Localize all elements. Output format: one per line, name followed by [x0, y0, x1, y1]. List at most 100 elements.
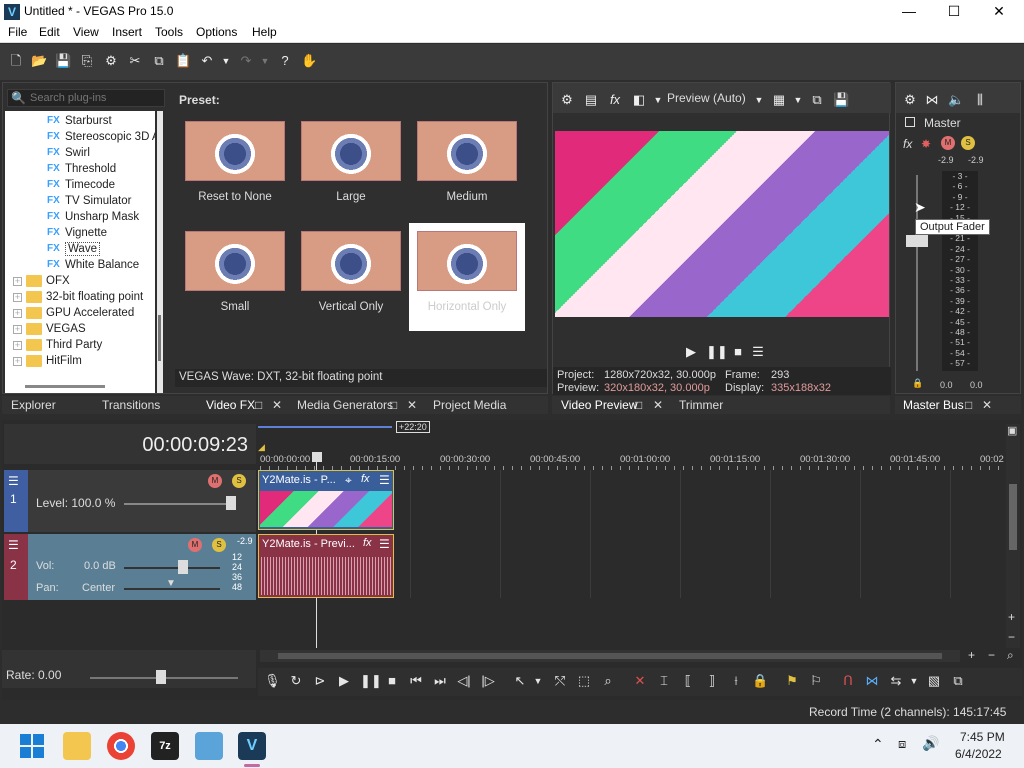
tree-item-stereoscopic[interactable]: FX Stereoscopic 3D A — [47, 131, 155, 147]
expand-icon[interactable]: + — [13, 340, 22, 350]
master-mute-icon[interactable]: M — [941, 136, 955, 150]
trim-end-icon[interactable]: ⟧ — [704, 673, 720, 689]
tab-transitions[interactable]: Transitions — [102, 398, 160, 412]
overlays-grid-icon[interactable]: ▦ — [771, 92, 787, 108]
trim-icon[interactable]: ⌶ — [656, 673, 672, 689]
online-help-icon[interactable]: ✋ — [301, 53, 317, 69]
master-fader-handle[interactable] — [906, 235, 928, 247]
timeline-options-icon[interactable]: ▣ — [1007, 424, 1017, 437]
menu-options[interactable]: Options — [196, 25, 237, 39]
tree-item-starburst[interactable]: FX Starburst — [47, 115, 112, 131]
zoom-edit-tool-icon[interactable]: ⌕ — [600, 673, 616, 689]
menu-file[interactable]: File — [8, 25, 27, 39]
network-icon[interactable]: ⧈ — [898, 736, 906, 752]
copy-icon[interactable]: ⧉ — [151, 53, 167, 69]
render-icon[interactable]: ⎘ — [79, 53, 95, 69]
tree-folder-vegas[interactable]: + VEGAS — [13, 323, 86, 339]
playhead-handle[interactable] — [312, 452, 322, 462]
control-panel-icon[interactable] — [195, 732, 223, 760]
tab-project-media[interactable]: Project Media — [433, 398, 506, 412]
close-button[interactable]: ✕ — [976, 0, 1022, 23]
undo-icon[interactable]: ↶ — [199, 53, 215, 69]
timeline-horizontal-scrollbar[interactable] — [260, 650, 960, 662]
tab-video-preview-float-icon[interactable]: □ — [635, 398, 642, 412]
tab-video-fx-close-icon[interactable]: ✕ — [272, 398, 282, 412]
timeline-vscroll-thumb[interactable] — [1009, 484, 1017, 550]
track1-level-slider[interactable] — [124, 503, 234, 505]
preset-horizontal-only[interactable]: Horizontal Only — [409, 223, 525, 331]
preset-reset-to-none[interactable]: Reset to None — [181, 119, 289, 219]
track2-vol-slider[interactable] — [124, 567, 220, 569]
clip-fx-icon[interactable]: fx — [361, 473, 370, 485]
new-icon[interactable]: 🗋 — [8, 53, 24, 69]
video-output-fx-icon[interactable]: fx — [607, 92, 623, 108]
tab-media-generators-close-icon[interactable]: ✕ — [407, 398, 417, 412]
delete-icon[interactable]: ✕ — [632, 673, 648, 689]
tree-folder-third-party[interactable]: + Third Party — [13, 339, 102, 355]
menu-insert[interactable]: Insert — [112, 25, 142, 39]
selection-edit-tool-icon[interactable]: ⬚ — [576, 673, 592, 689]
paste-icon[interactable]: 📋 — [175, 53, 191, 69]
preset-small[interactable]: Small — [181, 229, 289, 329]
audio-clip-menu-icon[interactable]: ☰ — [379, 537, 390, 551]
dim-output-icon[interactable]: 🔈 — [948, 92, 964, 108]
loop-region-bar[interactable] — [258, 426, 392, 428]
track1-level-handle[interactable] — [226, 496, 236, 510]
previous-frame-icon[interactable]: ◁| — [456, 673, 472, 689]
audio-clip-fx-icon[interactable]: fx — [363, 537, 372, 549]
go-to-start-icon[interactable]: ⏮ — [408, 673, 424, 689]
expand-icon[interactable]: + — [13, 292, 22, 302]
audio-track-header[interactable]: ☰ 2 M S -2.9 Vol: 0.0 dB Pan: Center ▼ 1… — [4, 534, 256, 600]
tree-item-wave[interactable]: FX Wave — [47, 242, 100, 259]
tab-trimmer[interactable]: Trimmer — [679, 398, 723, 412]
master-select-icon[interactable] — [905, 117, 915, 127]
project-properties-icon[interactable]: ▤ — [583, 92, 599, 108]
save-snapshot-icon[interactable]: 💾 — [833, 92, 849, 108]
menu-view[interactable]: View — [73, 25, 99, 39]
clock-date[interactable]: 6/4/2022 — [955, 747, 1002, 761]
tree-item-tv-simulator[interactable]: FX TV Simulator — [47, 195, 131, 211]
tree-item-white-balance[interactable]: FX White Balance — [47, 259, 139, 275]
play-from-start-icon[interactable]: ⊳ — [312, 673, 328, 689]
preview-menu-icon[interactable]: ☰ — [750, 344, 766, 360]
menu-edit[interactable]: Edit — [39, 25, 60, 39]
tree-folder-32bit[interactable]: +32-bit floating point — [13, 291, 143, 307]
tab-video-preview-close-icon[interactable]: ✕ — [653, 398, 663, 412]
minimize-button[interactable]: — — [886, 0, 932, 23]
menu-help[interactable]: Help — [252, 25, 277, 39]
go-to-end-icon[interactable]: ⏭ — [432, 673, 448, 689]
stop-icon[interactable]: ■ — [384, 673, 400, 689]
search-plugins-field[interactable]: 🔍 — [7, 89, 165, 107]
tab-media-generators-float-icon[interactable]: □ — [390, 398, 397, 412]
master-fx-icon[interactable]: fx — [903, 137, 912, 151]
7zip-icon[interactable]: 7z — [151, 732, 179, 760]
zoom-out-vertical-icon[interactable]: − — [1008, 630, 1015, 644]
video-clip[interactable]: Y2Mate.is - P... ⌖ fx ☰ — [258, 470, 394, 530]
maximize-button[interactable]: ☐ — [931, 0, 977, 23]
expand-icon[interactable]: + — [13, 308, 22, 318]
loop-playback-icon[interactable]: ↻ — [288, 673, 304, 689]
cut-icon[interactable]: ✂ — [127, 53, 143, 69]
tab-master-bus-float-icon[interactable]: □ — [965, 398, 972, 412]
mixer-faders-icon[interactable]: ⫼ — [972, 92, 988, 108]
zoom-tool-icon[interactable]: ⌕ — [1007, 648, 1014, 663]
zoom-in-vertical-icon[interactable]: + — [1008, 610, 1015, 624]
snapping-icon[interactable]: Ո — [840, 673, 856, 689]
master-solo-icon[interactable]: S — [961, 136, 975, 150]
copy-snapshot-icon[interactable]: ⧉ — [809, 92, 825, 108]
search-input[interactable] — [30, 91, 162, 105]
open-icon[interactable]: 📂 — [31, 53, 47, 69]
split-screen-dropdown-icon[interactable]: ▼ — [650, 92, 666, 108]
master-automation-icon[interactable]: ✸ — [921, 137, 931, 151]
preview-play-icon[interactable]: ▶ — [683, 344, 699, 360]
tab-master-bus-close-icon[interactable]: ✕ — [982, 398, 992, 412]
insert-region-icon[interactable]: ⚐ — [808, 673, 824, 689]
overlays-dropdown-icon[interactable]: ▼ — [790, 92, 806, 108]
envelope-edit-tool-icon[interactable]: ⤲ — [552, 673, 568, 689]
tab-explorer[interactable]: Explorer — [11, 398, 56, 412]
timeline-hscroll-thumb[interactable] — [278, 653, 942, 659]
split-screen-icon[interactable]: ◧ — [631, 92, 647, 108]
volume-icon[interactable]: 🔊 — [922, 735, 939, 752]
split-icon[interactable]: ⟊ — [728, 673, 744, 689]
tab-video-fx[interactable]: Video FX — [206, 398, 255, 412]
